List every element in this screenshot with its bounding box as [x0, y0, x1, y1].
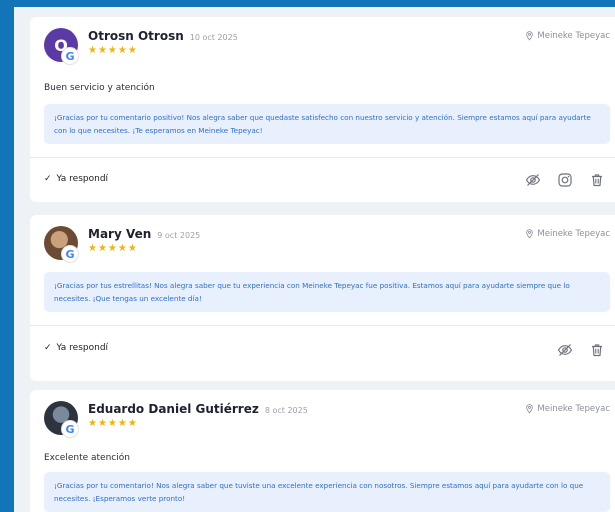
location-label: Meineke Tepeyac — [525, 229, 610, 239]
location-label: Meineke Tepeyac — [525, 31, 610, 41]
reviewer-name: Otrosn Otrosn — [88, 29, 184, 43]
reply-status: ✓ Ya respondí — [44, 343, 108, 353]
reviewer-name: Eduardo Daniel Gutiérrez — [88, 402, 259, 416]
review-actions — [556, 341, 606, 359]
reviews-panel: O G Otrosn Otrosn 10 oct 2025 ★★★★★ Mein… — [14, 7, 615, 512]
instagram-button[interactable] — [556, 171, 574, 189]
reply-status-label: Ya respondí — [56, 174, 109, 184]
location-pin-icon — [526, 229, 534, 239]
reply-box: ¡Gracias por tus estrellitas! Nos alegra… — [44, 272, 610, 312]
review-card: G Eduardo Daniel Gutiérrez 8 oct 2025 ★★… — [30, 390, 615, 512]
location-pin-icon — [526, 31, 534, 41]
review-header: Mary Ven 9 oct 2025 — [88, 227, 200, 241]
location-name: Meineke Tepeyac — [537, 229, 610, 239]
review-date: 8 oct 2025 — [264, 406, 308, 415]
reply-status-label: Ya respondí — [56, 343, 109, 353]
hide-icon — [557, 344, 573, 356]
trash-icon — [592, 174, 602, 187]
review-comment: Buen servicio y atención — [44, 83, 155, 93]
review-date: 9 oct 2025 — [157, 231, 201, 240]
divider — [30, 157, 615, 158]
location-name: Meineke Tepeyac — [537, 404, 610, 414]
review-card: O G Otrosn Otrosn 10 oct 2025 ★★★★★ Mein… — [30, 17, 615, 202]
google-icon: G — [62, 48, 78, 64]
reviewer-name: Mary Ven — [88, 227, 152, 241]
review-date: 10 oct 2025 — [189, 33, 238, 42]
location-pin-icon — [526, 404, 534, 414]
star-rating: ★★★★★ — [88, 243, 138, 254]
delete-button[interactable] — [588, 341, 606, 359]
star-rating: ★★★★★ — [88, 45, 138, 56]
location-label: Meineke Tepeyac — [525, 404, 610, 414]
delete-button[interactable] — [588, 171, 606, 189]
reply-box: ¡Gracias por tu comentario! Nos alegra s… — [44, 472, 610, 512]
hide-button[interactable] — [556, 341, 574, 359]
check-icon: ✓ — [44, 174, 52, 184]
hide-icon — [525, 174, 541, 186]
hide-button[interactable] — [524, 171, 542, 189]
reply-box: ¡Gracias por tu comentario positivo! Nos… — [44, 104, 610, 144]
review-header: Otrosn Otrosn 10 oct 2025 — [88, 29, 238, 43]
check-icon: ✓ — [44, 343, 52, 353]
google-icon: G — [62, 246, 78, 262]
location-name: Meineke Tepeyac — [537, 31, 610, 41]
divider — [30, 325, 615, 326]
trash-icon — [592, 344, 602, 357]
review-header: Eduardo Daniel Gutiérrez 8 oct 2025 — [88, 402, 308, 416]
review-comment: Excelente atención — [44, 453, 130, 463]
review-card: G Mary Ven 9 oct 2025 ★★★★★ Meineke Tepe… — [30, 215, 615, 381]
google-icon: G — [62, 421, 78, 437]
reply-status: ✓ Ya respondí — [44, 174, 108, 184]
instagram-icon — [558, 173, 572, 187]
review-actions — [524, 171, 606, 189]
star-rating: ★★★★★ — [88, 418, 138, 429]
